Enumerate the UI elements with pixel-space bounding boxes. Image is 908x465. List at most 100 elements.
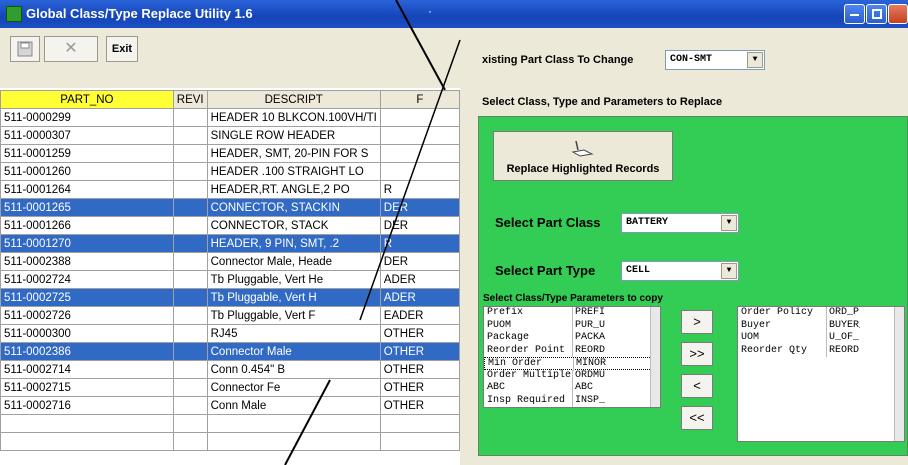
table-cell-desc[interactable]: Connector Male: [206, 342, 381, 361]
table-cell-f[interactable]: ADER: [379, 288, 461, 307]
table-cell-f[interactable]: OTHER: [379, 396, 461, 415]
available-params-list[interactable]: PrefixPREFI:PUOMPUR_U(PackagePACKA(Reord…: [483, 306, 661, 408]
table-row[interactable]: 511-0002724 Tb Pluggable, Vert He ADER: [0, 270, 461, 289]
table-row[interactable]: 511-0002725 Tb Pluggable, Vert H ADER: [0, 288, 461, 307]
table-cell-rev[interactable]: [172, 414, 208, 433]
table-cell-part[interactable]: 511-0002725: [0, 288, 174, 307]
chevron-down-icon[interactable]: ▼: [721, 263, 737, 279]
table-cell-part[interactable]: 511-0001260: [0, 162, 174, 181]
table-cell-part[interactable]: 511-0002388: [0, 252, 174, 271]
add-param-button[interactable]: >: [681, 310, 713, 334]
table-cell-f[interactable]: OTHER: [379, 360, 461, 379]
table-cell-desc[interactable]: CONNECTOR, STACKIN: [206, 198, 381, 217]
table-cell-desc[interactable]: [206, 414, 381, 433]
column-header-descript[interactable]: DESCRIPT: [206, 90, 381, 109]
column-header-rev[interactable]: REVI: [172, 90, 208, 109]
table-cell-rev[interactable]: [172, 252, 208, 271]
table-cell-rev[interactable]: [172, 162, 208, 181]
remove-param-button[interactable]: <: [681, 374, 713, 398]
table-cell-rev[interactable]: [172, 126, 208, 145]
table-cell-desc[interactable]: HEADER, 9 PIN, SMT, .2: [206, 234, 381, 253]
table-cell-rev[interactable]: [172, 288, 208, 307]
table-cell-rev[interactable]: [172, 396, 208, 415]
list-item[interactable]: Reorder Point REORD(: [484, 344, 660, 357]
table-cell-part[interactable]: 511-0002724: [0, 270, 174, 289]
table-row[interactable]: 511-0001259 HEADER, SMT, 20-PIN FOR S: [0, 144, 461, 163]
table-cell-rev[interactable]: [172, 144, 208, 163]
available-params-scrollbar[interactable]: [650, 307, 660, 407]
delete-button[interactable]: ✕: [44, 36, 98, 62]
table-row[interactable]: 511-0002714 Conn 0.454" B OTHER: [0, 360, 461, 379]
replace-highlighted-button[interactable]: Replace Highlighted Records: [493, 131, 673, 181]
table-cell-f[interactable]: EADER: [379, 306, 461, 325]
table-cell-rev[interactable]: [172, 180, 208, 199]
save-button[interactable]: [10, 36, 40, 62]
table-row[interactable]: 511-0002386 Connector Male OTHER: [0, 342, 461, 361]
table-cell-part[interactable]: [0, 414, 174, 433]
table-cell-f[interactable]: DER: [379, 198, 461, 217]
table-cell-f[interactable]: [379, 108, 461, 127]
add-all-params-button[interactable]: >>: [681, 342, 713, 366]
table-cell-part[interactable]: 511-0001259: [0, 144, 174, 163]
table-cell-rev[interactable]: [172, 306, 208, 325]
table-cell-f[interactable]: [379, 144, 461, 163]
table-cell-f[interactable]: DER: [379, 252, 461, 271]
selected-params-scrollbar[interactable]: [894, 307, 904, 441]
table-cell-rev[interactable]: [172, 198, 208, 217]
column-header-part-no[interactable]: PART_NO: [0, 90, 174, 109]
table-cell-rev[interactable]: [172, 108, 208, 127]
table-row[interactable]: [0, 414, 461, 433]
list-item[interactable]: Reorder Qty REORD(: [738, 344, 904, 357]
table-cell-f[interactable]: OTHER: [379, 378, 461, 397]
table-cell-desc[interactable]: HEADER,RT. ANGLE,2 PO: [206, 180, 381, 199]
minimize-button[interactable]: [844, 4, 865, 24]
maximize-button[interactable]: [866, 4, 887, 24]
part-type-select[interactable]: CELL ▼: [621, 261, 739, 281]
list-item[interactable]: UOM U_OF_I: [738, 332, 904, 345]
table-cell-rev[interactable]: [172, 342, 208, 361]
table-row[interactable]: 511-0002388 Connector Male, Heade DER: [0, 252, 461, 271]
exit-button[interactable]: Exit: [106, 36, 138, 62]
table-row[interactable]: 511-0001266 CONNECTOR, STACK DER: [0, 216, 461, 235]
table-cell-desc[interactable]: Tb Pluggable, Vert He: [206, 270, 381, 289]
table-row[interactable]: 511-0001260 HEADER .100 STRAIGHT LO: [0, 162, 461, 181]
table-row[interactable]: 511-0001264 HEADER,RT. ANGLE,2 PO R: [0, 180, 461, 199]
table-cell-desc[interactable]: RJ45: [206, 324, 381, 343]
table-cell-desc[interactable]: Conn Male: [206, 396, 381, 415]
list-item[interactable]: Insp Required INSP_(: [484, 394, 660, 407]
column-header-f[interactable]: F: [379, 90, 461, 109]
table-cell-f[interactable]: OTHER: [379, 342, 461, 361]
table-cell-f[interactable]: DER: [379, 216, 461, 235]
table-cell-desc[interactable]: HEADER, SMT, 20-PIN FOR S: [206, 144, 381, 163]
table-cell-desc[interactable]: SINGLE ROW HEADER: [206, 126, 381, 145]
table-cell-rev[interactable]: [172, 432, 208, 451]
table-cell-part[interactable]: 511-0002716: [0, 396, 174, 415]
table-cell-rev[interactable]: [172, 324, 208, 343]
table-cell-desc[interactable]: Connector Male, Heade: [206, 252, 381, 271]
table-cell-part[interactable]: 511-0002386: [0, 342, 174, 361]
table-cell-part[interactable]: [0, 432, 174, 451]
table-cell-desc[interactable]: HEADER .100 STRAIGHT LO: [206, 162, 381, 181]
table-row[interactable]: 511-0000300 RJ45 OTHER: [0, 324, 461, 343]
existing-class-select[interactable]: CON-SMT ▼: [665, 50, 765, 70]
table-cell-f[interactable]: OTHER: [379, 324, 461, 343]
table-cell-desc[interactable]: Tb Pluggable, Vert F: [206, 306, 381, 325]
close-button[interactable]: [888, 4, 908, 24]
table-row[interactable]: 511-0001265 CONNECTOR, STACKIN DER: [0, 198, 461, 217]
list-item[interactable]: PUOM PUR_U(: [484, 319, 660, 332]
table-cell-desc[interactable]: Conn 0.454" B: [206, 360, 381, 379]
table-row[interactable]: 511-0002715 Connector Fe OTHER: [0, 378, 461, 397]
list-item[interactable]: Order MultipleORDMU(: [484, 369, 660, 382]
part-class-select[interactable]: BATTERY ▼: [621, 213, 739, 233]
table-cell-f[interactable]: [379, 432, 461, 451]
remove-all-params-button[interactable]: <<: [681, 406, 713, 430]
table-cell-part[interactable]: 511-0000300: [0, 324, 174, 343]
list-item[interactable]: ABC ABC: [484, 382, 660, 395]
table-cell-f[interactable]: R: [379, 234, 461, 253]
table-row[interactable]: [0, 432, 461, 451]
table-cell-f[interactable]: [379, 414, 461, 433]
table-cell-part[interactable]: 511-0001270: [0, 234, 174, 253]
table-cell-part[interactable]: 511-0000299: [0, 108, 174, 127]
table-cell-f[interactable]: [379, 162, 461, 181]
chevron-down-icon[interactable]: ▼: [747, 52, 763, 68]
